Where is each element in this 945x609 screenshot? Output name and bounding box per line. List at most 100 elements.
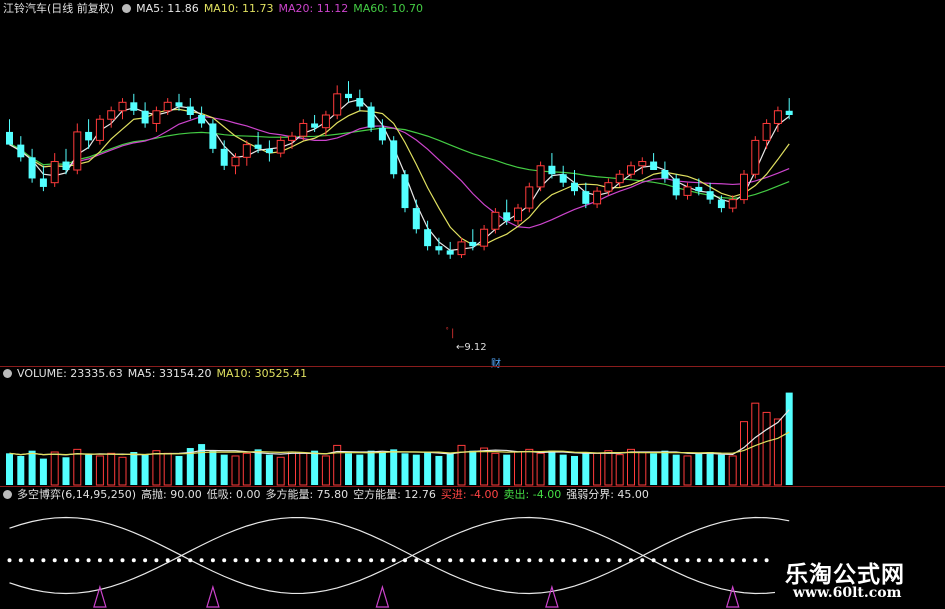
candle-body xyxy=(95,118,104,141)
candle-body xyxy=(627,165,635,175)
candle-body xyxy=(73,131,82,171)
boundary-dot xyxy=(719,558,724,563)
volume-bar xyxy=(650,453,658,485)
boundary-dot xyxy=(131,558,136,563)
volume-bar xyxy=(457,444,466,486)
boundary-dot xyxy=(244,558,249,563)
candle-body xyxy=(514,207,522,222)
candle-body xyxy=(254,144,262,149)
watermark-title: 乐淘公式网 xyxy=(785,562,905,588)
candle-body xyxy=(604,182,613,192)
volume-bar xyxy=(62,457,70,485)
volume-bar xyxy=(446,453,454,485)
volume-bar xyxy=(740,421,748,486)
candle-body xyxy=(706,191,714,200)
settings-dot-icon[interactable] xyxy=(122,4,132,13)
candle-body xyxy=(220,148,228,166)
boundary-dot xyxy=(7,558,12,563)
volume-bar xyxy=(661,450,669,485)
candle-body xyxy=(265,148,273,154)
volume-bar xyxy=(367,450,375,485)
volume-bar xyxy=(175,455,183,485)
boundary-dot xyxy=(595,558,600,563)
candle-body xyxy=(751,139,760,175)
boundary-dot xyxy=(301,558,306,563)
candle-body xyxy=(457,241,466,256)
volume-chart[interactable] xyxy=(0,382,945,486)
volume-bar xyxy=(728,455,737,486)
volume-bar xyxy=(695,453,703,485)
volume-bar xyxy=(638,451,647,486)
candle-body xyxy=(141,110,149,124)
volume-bar xyxy=(503,454,511,485)
candle-body xyxy=(163,101,172,112)
indicator-name[interactable]: 多空博弈(6,14,95,250) xyxy=(17,488,136,501)
boundary-dot xyxy=(391,558,396,563)
volume-bar xyxy=(50,451,59,486)
settings-dot-icon[interactable] xyxy=(3,369,12,378)
boundary-dot xyxy=(572,558,577,563)
volume-bar xyxy=(163,452,172,486)
ma5-line xyxy=(9,98,790,252)
boundary-dot xyxy=(188,558,193,563)
boundary-dot xyxy=(256,558,261,563)
candle-body xyxy=(446,250,454,255)
candle-body xyxy=(288,135,296,141)
volume-bar xyxy=(762,411,771,486)
volume-bar xyxy=(525,448,534,486)
boundary-dot xyxy=(504,558,509,563)
candle-body xyxy=(175,102,183,107)
candle-body xyxy=(186,106,194,115)
volume-bar xyxy=(424,452,432,485)
boundary-dot xyxy=(52,558,57,563)
volume-bar xyxy=(6,453,13,485)
volume-bar xyxy=(604,450,613,486)
boundary-dot xyxy=(753,558,758,563)
boundary-dot xyxy=(561,558,566,563)
buy-signal-marker xyxy=(206,584,220,608)
boundary-dot xyxy=(708,558,713,563)
candle-body xyxy=(62,161,70,170)
volume-bar xyxy=(254,449,262,485)
candle-body xyxy=(242,144,251,158)
volume-bar xyxy=(73,448,82,486)
volume-bar xyxy=(571,455,578,485)
boundary-dot xyxy=(617,558,622,563)
boundary-dot xyxy=(538,558,543,563)
low-arrow-icon: ﾟ| xyxy=(446,328,455,339)
boundary-dot xyxy=(606,558,611,563)
candle-body xyxy=(378,127,386,141)
low-price-marker: ←9.12 xyxy=(456,342,487,353)
boundary-dot xyxy=(267,558,272,563)
candle-body xyxy=(85,131,93,141)
low-buy-label: 低吸: 0.00 xyxy=(206,488,261,501)
candle-body xyxy=(152,110,161,124)
candle-body xyxy=(367,106,375,128)
candle-body xyxy=(435,246,443,251)
price-chart[interactable] xyxy=(0,18,945,368)
settings-dot-icon[interactable] xyxy=(3,490,12,499)
volume-bar xyxy=(615,454,624,486)
candle-body xyxy=(571,182,578,192)
boundary-dot xyxy=(120,558,125,563)
volume-bar xyxy=(265,454,273,485)
candle-body xyxy=(198,115,206,124)
volume-bar xyxy=(39,458,47,485)
candle-body xyxy=(130,102,138,111)
boundary-label: 强弱分界: 45.00 xyxy=(566,488,649,501)
boundary-dot xyxy=(143,558,148,563)
ma60-line xyxy=(9,127,790,199)
boundary-dot xyxy=(335,558,340,563)
stock-name[interactable]: 江铃汽车(日线 前复权) xyxy=(3,2,114,15)
indicator-panel-header: 多空博弈(6,14,95,250) 高抛: 90.00 低吸: 0.00 多方能量: … xyxy=(0,487,945,503)
candle-body xyxy=(785,110,793,115)
candle-body xyxy=(107,110,116,120)
boundary-dot xyxy=(414,558,419,563)
boundary-dot xyxy=(651,558,656,563)
volume-bar xyxy=(288,451,296,486)
candle-body xyxy=(480,228,489,247)
boundary-dot xyxy=(549,558,554,563)
vol-ma10-line xyxy=(9,431,790,456)
volume-bar xyxy=(627,448,635,486)
sell-label: 卖出: -4.00 xyxy=(503,488,562,501)
